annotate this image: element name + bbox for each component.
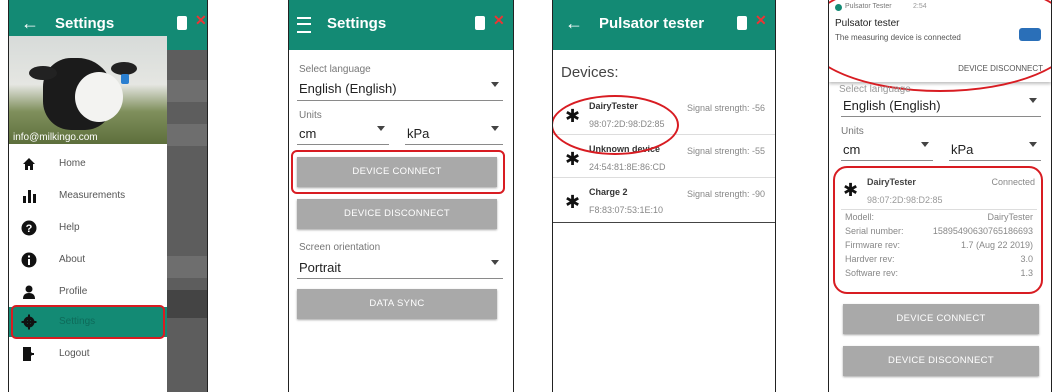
button-label: DEVICE DISCONNECT — [888, 355, 994, 366]
orientation-select[interactable]: Portrait — [297, 254, 503, 279]
back-arrow-icon[interactable]: ← — [565, 13, 583, 34]
length-unit-select[interactable]: cm — [297, 120, 389, 145]
menu-item-help[interactable]: ? Help — [9, 213, 167, 243]
pressure-unit-select[interactable]: kPa — [405, 120, 503, 145]
drawer-menu: Home Measurements ? Help About Profile S… — [9, 144, 167, 392]
pressure-unit-select[interactable]: kPa — [949, 136, 1041, 161]
account-email: info@milkingo.com — [13, 132, 98, 143]
menu-item-about[interactable]: About — [9, 245, 167, 275]
highlight-ring — [291, 150, 505, 194]
chevron-down-icon — [491, 126, 499, 131]
menu-item-label: Measurements — [59, 190, 126, 201]
device-disconnect-button[interactable]: DEVICE DISCONNECT — [843, 346, 1039, 376]
menu-item-label: Logout — [59, 348, 90, 359]
drawer-header-image: info@milkingo.com — [9, 36, 167, 144]
screen-settings-drawer: ← Settings ✕ info@milkingo.com Home Meas… — [8, 0, 208, 392]
devices-heading: Devices: — [561, 64, 619, 81]
chevron-down-icon — [491, 260, 499, 265]
chevron-down-icon — [1029, 98, 1037, 103]
info-icon — [21, 252, 37, 268]
svg-text:?: ? — [26, 223, 33, 235]
length-unit-select[interactable]: cm — [841, 136, 933, 161]
app-bar: Settings ✕ — [289, 0, 513, 50]
bluetooth-device-icon[interactable] — [177, 16, 187, 30]
dimmed-background[interactable] — [167, 50, 207, 392]
help-icon: ? — [21, 220, 37, 236]
bluetooth-icon: ✱ — [565, 192, 581, 212]
highlight-ring — [833, 166, 1043, 294]
app-bar: ← Pulsator tester ✕ — [553, 0, 775, 50]
screen-settings: Settings ✕ Select language English (Engl… — [288, 0, 514, 392]
hamburger-menu-icon[interactable] — [297, 17, 311, 33]
highlight-ring — [11, 305, 165, 339]
person-icon — [23, 285, 35, 299]
pressure-unit-value: kPa — [951, 142, 974, 157]
language-label: Select language — [299, 64, 371, 75]
button-label: DATA SYNC — [369, 298, 425, 309]
menu-item-label: Help — [59, 222, 80, 233]
menu-item-measurements[interactable]: Measurements — [9, 181, 167, 211]
disconnected-bluetooth-icon: ✕ — [493, 12, 505, 28]
chevron-down-icon — [491, 82, 499, 87]
menu-item-profile[interactable]: Profile — [9, 277, 167, 307]
menu-item-label: Home — [59, 158, 86, 169]
orientation-label: Screen orientation — [299, 242, 381, 253]
back-arrow-icon[interactable]: ← — [21, 13, 39, 34]
disconnected-bluetooth-icon: ✕ — [195, 12, 207, 28]
button-label: DEVICE DISCONNECT — [344, 208, 450, 219]
logout-icon — [23, 347, 34, 361]
home-icon — [23, 158, 35, 170]
device-disconnect-button[interactable]: DEVICE DISCONNECT — [297, 199, 497, 229]
chevron-down-icon — [921, 142, 929, 147]
highlight-ring — [553, 95, 679, 155]
menu-item-label: About — [59, 254, 86, 265]
chevron-down-icon — [1029, 142, 1037, 147]
screen-connected: Pulsator Tester 2:54 Pulsator tester The… — [828, 0, 1052, 392]
menu-item-home[interactable]: Home — [9, 149, 167, 179]
menu-item-label: Profile — [59, 286, 88, 297]
length-unit-value: cm — [299, 126, 317, 141]
device-connect-button[interactable]: DEVICE CONNECT — [843, 304, 1039, 334]
disconnected-bluetooth-icon: ✕ — [755, 12, 767, 28]
page-title: Pulsator tester — [599, 15, 705, 32]
bluetooth-device-icon[interactable] — [475, 16, 485, 30]
signal-strength: Signal strength: -90 — [686, 189, 765, 199]
chevron-down-icon — [377, 126, 385, 131]
language-value: English (English) — [299, 81, 397, 96]
device-row[interactable]: ✱ Charge 2 F8:83:07:53:1E:10 Signal stre… — [553, 178, 775, 220]
highlight-ring — [829, 0, 1051, 92]
length-unit-value: cm — [843, 142, 861, 157]
button-label: DEVICE CONNECT — [896, 313, 986, 324]
language-select[interactable]: English (English) — [297, 76, 503, 101]
data-sync-button[interactable]: DATA SYNC — [297, 289, 497, 319]
device-mac: 24:54:81:8E:86:CD — [589, 162, 666, 172]
language-value: English (English) — [843, 98, 941, 113]
device-name: Charge 2 — [589, 187, 628, 197]
menu-item-logout[interactable]: Logout — [9, 339, 167, 369]
pressure-unit-value: kPa — [407, 126, 430, 141]
screen-device-list: ← Pulsator tester ✕ Devices: ✱ DairyTest… — [552, 0, 776, 392]
bar-chart-icon — [23, 190, 36, 203]
signal-strength: Signal strength: -55 — [686, 146, 765, 156]
page-title: Settings — [327, 15, 387, 32]
signal-strength: Signal strength: -56 — [686, 103, 765, 113]
bluetooth-device-icon[interactable] — [737, 16, 747, 30]
language-select[interactable]: English (English) — [841, 92, 1041, 117]
device-mac: F8:83:07:53:1E:10 — [589, 205, 664, 215]
bluetooth-icon: ✱ — [565, 149, 581, 169]
cow-picture — [23, 54, 143, 134]
orientation-value: Portrait — [299, 260, 341, 275]
page-title: Settings — [55, 15, 115, 32]
